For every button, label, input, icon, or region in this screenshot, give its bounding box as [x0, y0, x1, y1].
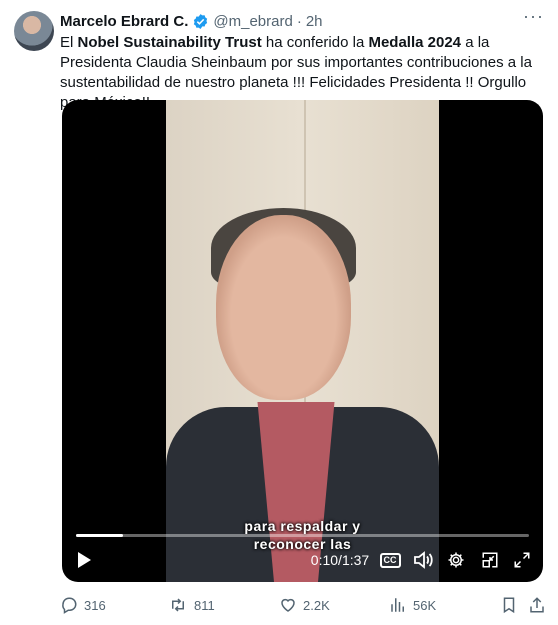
caption-line-1: para respaldar y — [244, 518, 361, 534]
video-controls: 0:10 / 1:37 CC — [62, 546, 543, 574]
author-avatar[interactable] — [14, 11, 54, 51]
share-button[interactable] — [528, 594, 552, 616]
bookmark-icon — [503, 597, 515, 614]
reply-button[interactable]: 316 — [60, 594, 106, 616]
video-player[interactable]: para respaldar y reconocer las 0:10 / 1:… — [62, 100, 543, 582]
video-progress-bar[interactable] — [76, 534, 529, 537]
volume-button[interactable] — [412, 546, 434, 574]
author-handle[interactable]: @m_ebrard — [213, 13, 292, 30]
tweet-actions: 316 811 2.2K 56K — [60, 594, 544, 616]
settings-button[interactable] — [445, 546, 467, 574]
duration-time: 1:37 — [341, 552, 370, 568]
video-frame — [166, 100, 439, 582]
tweet-text-part: ha conferido la — [261, 34, 369, 51]
person-face — [216, 215, 351, 400]
views-icon — [391, 598, 404, 612]
more-options-icon[interactable]: ··· — [523, 6, 544, 27]
tweet-header: Marcelo Ebrard C. @m_ebrard · 2h ··· — [60, 6, 544, 32]
reply-count: 316 — [84, 597, 106, 613]
repost-icon — [172, 598, 184, 612]
reply-icon — [62, 597, 77, 614]
views-button[interactable]: 56K — [389, 594, 436, 616]
share-icon — [530, 597, 544, 613]
tweet-text-bold: Nobel Sustainability Trust — [77, 34, 262, 51]
like-button[interactable]: 2.2K — [279, 594, 330, 616]
fullscreen-button[interactable] — [511, 546, 533, 574]
video-time: 0:10 / 1:37 — [300, 546, 380, 574]
video-progress-fill — [76, 534, 123, 537]
separator-dot: · — [296, 12, 302, 30]
tweet-text-part: El — [60, 34, 78, 51]
author-name[interactable]: Marcelo Ebrard C. — [60, 13, 188, 30]
picture-in-picture-icon — [482, 552, 498, 568]
verified-badge-icon — [194, 13, 208, 29]
like-count: 2.2K — [303, 597, 330, 613]
view-count: 56K — [413, 597, 437, 613]
elapsed-time: 0:10 — [310, 552, 339, 568]
pip-button[interactable] — [479, 546, 501, 574]
heart-icon — [281, 598, 295, 612]
captions-button[interactable]: CC — [379, 546, 401, 574]
expand-icon — [514, 552, 530, 568]
repost-count: 811 — [194, 597, 215, 613]
repost-button[interactable]: 811 — [168, 594, 215, 616]
play-icon — [78, 552, 91, 568]
cc-icon: CC — [379, 552, 401, 568]
tweet-text-bold: Medalla 2024 — [368, 34, 462, 51]
bookmark-button[interactable] — [500, 594, 524, 616]
volume-icon — [414, 551, 433, 569]
play-button[interactable] — [72, 546, 96, 574]
gear-icon — [448, 552, 464, 568]
tweet-time[interactable]: 2h — [306, 13, 323, 30]
